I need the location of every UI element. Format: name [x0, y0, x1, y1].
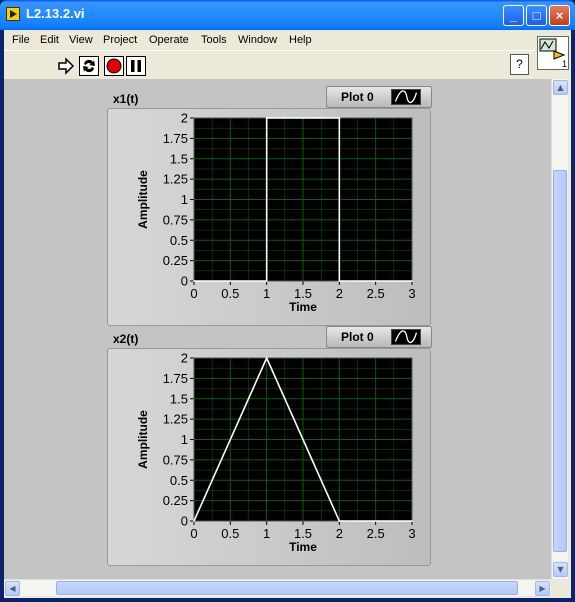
y-tick-label: 0.75	[163, 452, 188, 467]
x-tick-label: 2.5	[367, 286, 385, 301]
y-tick-label: 1	[181, 432, 188, 447]
y-tick-label: 0.75	[163, 212, 188, 227]
y-tick-label: 1.25	[163, 412, 188, 427]
x-tick-label: 2	[336, 526, 343, 541]
horizontal-scrollbar[interactable]: ◀ ▶	[4, 579, 551, 596]
data-point	[193, 520, 195, 522]
y-tick-label: 0.25	[163, 253, 188, 268]
x-tick-label: 3	[408, 286, 415, 301]
data-point	[338, 117, 341, 119]
menu-file[interactable]: File	[12, 34, 30, 46]
menu-window[interactable]: Window	[238, 34, 277, 46]
data-point	[338, 520, 341, 522]
context-help-button[interactable]: ?	[510, 54, 529, 75]
data-point	[411, 280, 413, 282]
menu-operate[interactable]: Operate	[149, 34, 189, 46]
legend-plot-name: Plot 0	[341, 90, 374, 104]
menu-project[interactable]: Project	[103, 34, 137, 46]
y-tick-label: 0.25	[163, 493, 188, 508]
y-tick-label: 0	[181, 514, 188, 529]
minimize-button[interactable]: _	[503, 5, 524, 26]
vi-icon-number: 1	[561, 59, 567, 69]
y-tick-label: 2	[181, 351, 188, 366]
y-tick-label: 1.75	[163, 131, 188, 146]
x-tick-label: 2.5	[367, 526, 385, 541]
data-point	[265, 117, 268, 119]
y-tick-label: 0	[181, 274, 188, 289]
window-client: File Edit View Project Operate Tools Win…	[4, 30, 571, 598]
vertical-scrollbar[interactable]: ▲ ▼	[551, 79, 568, 579]
plot-line-style-icon	[391, 89, 421, 105]
menu-help[interactable]: Help	[289, 34, 312, 46]
maximize-button[interactable]: □	[526, 5, 547, 26]
plot-legend-x1[interactable]: Plot 0	[326, 86, 432, 108]
x-tick-label: 1.5	[294, 526, 312, 541]
x-tick-label: 2	[336, 286, 343, 301]
run-arrow-icon[interactable]	[56, 56, 76, 76]
menu-tools[interactable]: Tools	[201, 34, 227, 46]
x-tick-label: 0.5	[221, 526, 239, 541]
data-point	[265, 357, 268, 359]
y-axis-title: Amplitude	[136, 170, 150, 229]
toolbar: ?	[4, 50, 535, 80]
scroll-right-icon[interactable]: ▶	[535, 581, 550, 596]
x-axis-title: Time	[289, 300, 317, 314]
y-axis-title: Amplitude	[136, 410, 150, 469]
graph-label-x1: x1(t)	[113, 92, 139, 106]
labview-app-icon[interactable]	[6, 7, 20, 21]
y-tick-label: 0.5	[170, 233, 188, 248]
horizontal-scroll-thumb[interactable]	[56, 581, 518, 595]
x-tick-label: 1.5	[294, 286, 312, 301]
abort-execution-icon[interactable]	[104, 56, 124, 76]
title-bar[interactable]: L2.13.2.vi _ □ ×	[0, 0, 575, 30]
scroll-left-icon[interactable]: ◀	[5, 581, 20, 596]
pause-icon[interactable]	[126, 56, 146, 76]
graph-plot-x2[interactable]: 0 0.5 1 1.5 2 2.5 3 0 0.25 0.5 0.75 1 1.25 1.5 1.75 2 Ti…	[107, 348, 431, 566]
data-point	[193, 280, 195, 282]
vi-graph-icon	[539, 38, 566, 60]
graph-plot-x1[interactable]: 0 0.5 1 1.5 2 2.5 3 0 0.25 0.5 0.75 1 1.25 1.5 1.75 2 Ti…	[107, 108, 431, 326]
y-tick-label: 1.5	[170, 151, 188, 166]
front-panel: x1(t) Plot 0 0 0.5 1 1.5 2 2.5 3 0 0.25 0.5 0.75 1 1…	[4, 79, 551, 579]
plot-line-style-icon	[391, 329, 421, 345]
menu-bar: File Edit View Project Operate Tools Win…	[4, 30, 571, 50]
vi-connector-icon[interactable]: 1	[537, 36, 569, 70]
y-tick-label: 1.75	[163, 371, 188, 386]
y-tick-label: 1	[181, 192, 188, 207]
y-tick-label: 2	[181, 111, 188, 126]
x-tick-label: 1	[263, 286, 270, 301]
x-axis-title: Time	[289, 540, 317, 554]
y-tick-label: 0.5	[170, 473, 188, 488]
window-title: L2.13.2.vi	[26, 6, 85, 21]
x-tick-label: 0	[190, 286, 197, 301]
vertical-scroll-thumb[interactable]	[553, 170, 567, 552]
y-tick-label: 1.25	[163, 172, 188, 187]
graph-label-x2: x2(t)	[113, 332, 139, 346]
labview-window: L2.13.2.vi _ □ × File Edit View Project …	[0, 0, 575, 602]
close-button[interactable]: ×	[549, 5, 570, 26]
x-tick-label: 0.5	[221, 286, 239, 301]
y-tick-label: 1.5	[170, 391, 188, 406]
plot-legend-x2[interactable]: Plot 0	[326, 326, 432, 348]
run-continuously-icon[interactable]	[79, 56, 99, 76]
data-point	[411, 520, 413, 522]
scroll-up-icon[interactable]: ▲	[553, 80, 568, 95]
x-tick-label: 0	[190, 526, 197, 541]
x-tick-label: 1	[263, 526, 270, 541]
scroll-down-icon[interactable]: ▼	[553, 562, 568, 577]
legend-plot-name: Plot 0	[341, 330, 374, 344]
menu-view[interactable]: View	[69, 34, 93, 46]
x-tick-label: 3	[408, 526, 415, 541]
data-point	[265, 280, 268, 282]
menu-edit[interactable]: Edit	[40, 34, 59, 46]
data-point	[338, 280, 341, 282]
